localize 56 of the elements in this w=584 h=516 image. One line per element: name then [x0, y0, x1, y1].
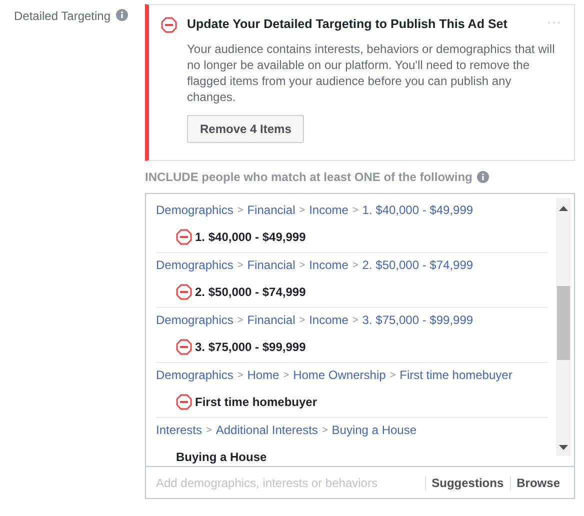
- path-link[interactable]: Demographics: [156, 203, 234, 217]
- path-link[interactable]: 1. $40,000 - $49,999: [362, 203, 474, 217]
- path-link[interactable]: Financial: [247, 258, 296, 272]
- remove-icon[interactable]: [176, 284, 192, 300]
- include-label: INCLUDE people who match at least ONE of the following: [145, 170, 472, 184]
- path-link[interactable]: Home Ownership: [293, 368, 386, 382]
- info-icon[interactable]: [116, 9, 128, 21]
- path-separator: >: [390, 370, 396, 380]
- scroll-down-icon[interactable]: [559, 445, 568, 450]
- path-separator: >: [299, 314, 306, 326]
- footer-link[interactable]: Browse: [510, 476, 566, 490]
- path-separator: >: [237, 204, 244, 216]
- scroll-up-icon[interactable]: [559, 206, 568, 211]
- path-separator: >: [299, 204, 306, 216]
- path-link[interactable]: Income: [309, 258, 348, 272]
- path-separator: >: [237, 314, 244, 326]
- targeting-item: 3. $75,000 - $99,999: [195, 340, 306, 354]
- path-separator: >: [206, 424, 212, 436]
- remove-icon[interactable]: [176, 229, 192, 245]
- path-separator: >: [352, 314, 358, 326]
- path-link[interactable]: Demographics: [156, 313, 234, 327]
- path-link[interactable]: Additional Interests: [216, 423, 318, 437]
- path-separator: >: [299, 260, 306, 270]
- path-link[interactable]: 3. $75,000 - $99,999: [362, 313, 474, 327]
- targeting-item: First time homebuyer: [195, 395, 318, 409]
- scrollbar[interactable]: [556, 198, 571, 456]
- footer-link[interactable]: Suggestions: [424, 476, 510, 490]
- warning-title: Update Your Detailed Targeting to Publish This Ad Set: [187, 16, 508, 31]
- path-link[interactable]: Income: [309, 313, 348, 327]
- remove-icon[interactable]: [176, 394, 192, 410]
- path-separator: >: [352, 204, 358, 216]
- path-link[interactable]: Income: [309, 203, 348, 217]
- path-separator: >: [352, 260, 358, 270]
- path-link[interactable]: First time homebuyer: [400, 368, 512, 382]
- path-separator: >: [283, 370, 290, 380]
- remove-icon[interactable]: [176, 339, 192, 355]
- path-link[interactable]: 2. $50,000 - $74,999: [362, 258, 474, 272]
- path-separator: >: [237, 260, 244, 270]
- remove-icon[interactable]: [161, 17, 177, 33]
- targeting-item: 1. $40,000 - $49,999: [195, 230, 306, 244]
- remove-items-button[interactable]: Remove 4 Items: [187, 115, 304, 143]
- path-link[interactable]: Financial: [247, 203, 296, 217]
- warning-text: Your audience contains interests, behaviors or demographics that will no longer be available on our platform. You'll need to remove the flagged items from your audience before you can publish any changes.: [187, 41, 556, 105]
- path-separator: >: [322, 424, 328, 436]
- path-link[interactable]: Interests: [156, 423, 202, 437]
- info-icon[interactable]: [477, 171, 490, 183]
- path-link[interactable]: Financial: [247, 313, 296, 327]
- field-label: Detailed Targeting: [14, 9, 111, 23]
- path-link[interactable]: Home: [247, 368, 280, 382]
- path-link[interactable]: Demographics: [156, 368, 234, 382]
- targeting-item: 2. $50,000 - $74,999: [195, 285, 306, 299]
- scroll-thumb[interactable]: [557, 286, 570, 360]
- targeting-item: Buying a House: [176, 450, 267, 464]
- path-separator: >: [237, 370, 244, 380]
- path-link[interactable]: Demographics: [156, 258, 234, 272]
- path-link[interactable]: Buying a House: [332, 423, 417, 437]
